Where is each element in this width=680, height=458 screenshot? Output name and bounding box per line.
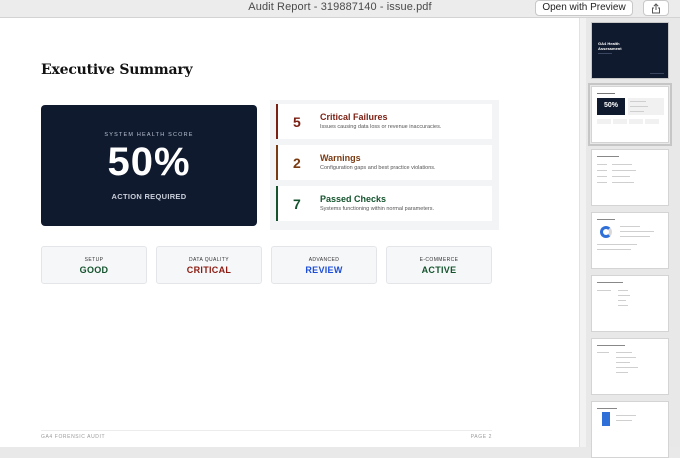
footer-left-text: GA4 FORENSIC AUDIT: [41, 434, 106, 440]
category-label: SETUP: [84, 257, 104, 263]
category-label: DATA QUALITY: [189, 257, 229, 263]
stat-description: Configuration gaps and best practice vio…: [320, 165, 436, 171]
category-value: GOOD: [79, 265, 109, 275]
score-status: ACTION REQUIRED: [111, 192, 187, 201]
window-titlebar: Audit Report - 319887140 - issue.pdf Ope…: [0, 0, 680, 18]
page-thumbnail-1[interactable]: GA4 Health Assessment: [591, 22, 669, 79]
category-card-data-quality: DATA QUALITY CRITICAL: [156, 246, 262, 284]
stat-description: Issues causing data loss or revenue inac…: [320, 124, 442, 130]
stat-critical-failures: 5 Critical Failures Issues causing data …: [276, 104, 492, 139]
page-thumbnail-6[interactable]: [591, 338, 669, 395]
category-card-advanced: ADVANCED REVIEW: [271, 246, 377, 284]
health-score-card: SYSTEM HEALTH SCORE 50% ACTION REQUIRED: [41, 105, 257, 226]
stat-title: Passed Checks: [320, 194, 387, 204]
share-button[interactable]: [643, 0, 669, 16]
stats-panel: 5 Critical Failures Issues causing data …: [270, 100, 499, 230]
stat-number: 7: [293, 196, 301, 212]
thumbnail-score: 50%: [603, 102, 618, 109]
stat-title: Critical Failures: [320, 112, 388, 122]
page-thumbnail-7[interactable]: [591, 401, 669, 458]
stat-number: 2: [293, 155, 301, 171]
page-thumbnail-2[interactable]: 50%: [588, 83, 672, 146]
category-label: ADVANCED: [308, 257, 340, 263]
document-page: Executive Summary SYSTEM HEALTH SCORE 50…: [0, 18, 579, 447]
stat-warnings: 2 Warnings Configuration gaps and best p…: [276, 145, 492, 180]
stat-passed-checks: 7 Passed Checks Systems functioning with…: [276, 186, 492, 221]
thumbnail-sidebar[interactable]: GA4 Health Assessment 50%: [586, 18, 680, 458]
footer-page-number: PAGE 2: [470, 434, 492, 440]
category-value: REVIEW: [305, 265, 343, 275]
category-value: ACTIVE: [421, 265, 457, 275]
stat-description: Systems functioning within normal parame…: [320, 206, 435, 212]
page-heading: Executive Summary: [41, 62, 193, 78]
category-card-ecommerce: E-COMMERCE ACTIVE: [386, 246, 492, 284]
share-icon: [652, 2, 660, 13]
score-label: SYSTEM HEALTH SCORE: [104, 132, 194, 138]
category-label: E-COMMERCE: [419, 257, 459, 263]
page-thumbnail-3[interactable]: [591, 149, 669, 206]
page-scrollbar[interactable]: [579, 18, 586, 447]
page-thumbnail-5[interactable]: [591, 275, 669, 332]
category-value: CRITICAL: [186, 265, 232, 275]
thumbnail-cover-title: GA4 Health Assessment: [598, 41, 622, 51]
stat-title: Warnings: [320, 153, 361, 163]
page-thumbnail-4[interactable]: [591, 212, 669, 269]
footer-divider: [41, 430, 492, 431]
open-with-preview-button[interactable]: Open with Preview: [535, 0, 633, 16]
thumbnail-score-block: 50%: [597, 98, 625, 115]
score-value: 50%: [107, 140, 191, 184]
stat-number: 5: [293, 114, 301, 130]
category-card-setup: SETUP GOOD: [41, 246, 147, 284]
